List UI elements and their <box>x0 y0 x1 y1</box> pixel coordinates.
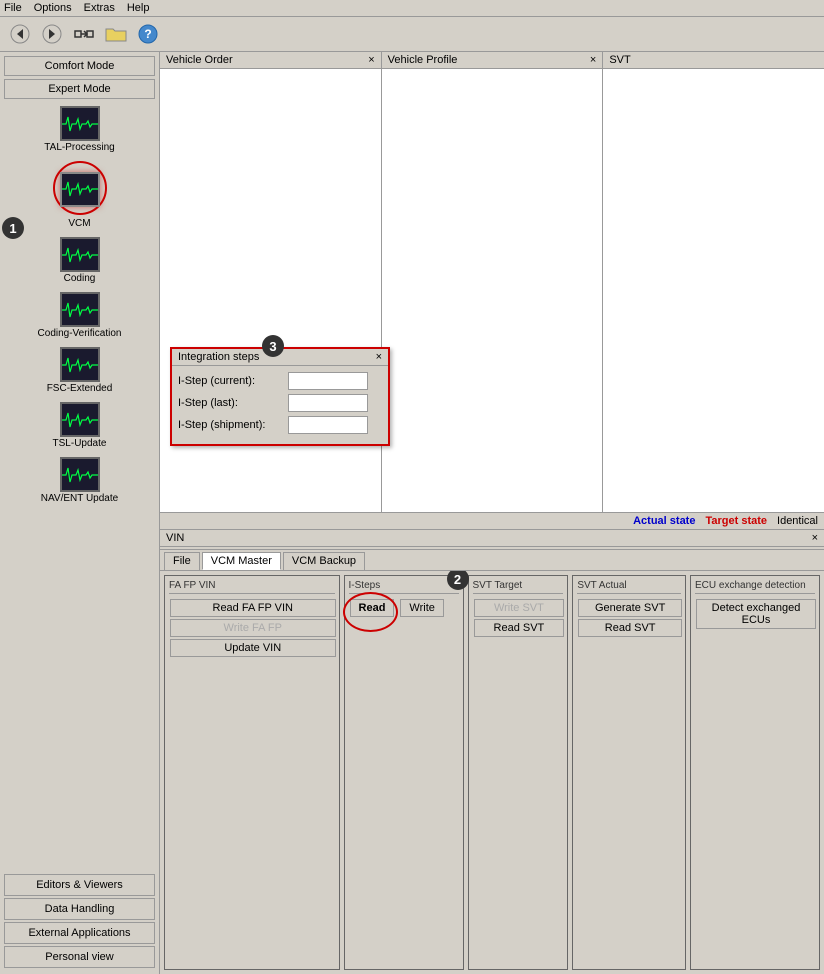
istep-current-label: I-Step (current): <box>178 375 288 387</box>
isteps-title: I-Steps <box>349 580 459 594</box>
menu-options[interactable]: Options <box>34 2 72 14</box>
tab-content-vcm-master: FA FP VIN Read FA FP VIN Write FA FP Upd… <box>160 571 824 974</box>
svt-target-section: SVT Target Write SVT Read SVT <box>468 575 569 970</box>
sidebar-item-tal-processing[interactable]: TAL-Processing <box>4 106 155 153</box>
write-button[interactable]: Write <box>400 599 443 617</box>
ecu-exchange-title: ECU exchange detection <box>695 580 815 594</box>
integration-steps-panel: 3 Integration steps × I-Step (current): … <box>170 347 390 446</box>
istep-current-input[interactable] <box>288 372 368 390</box>
istep-last-input[interactable] <box>288 394 368 412</box>
svt-body <box>603 69 824 512</box>
vehicle-profile-close[interactable]: × <box>590 54 596 66</box>
ecu-exchange-section: ECU exchange detection Detect exchanged … <box>690 575 820 970</box>
svt-actual-read-svt-button[interactable]: Read SVT <box>578 619 682 637</box>
istep-last-row: I-Step (last): <box>178 394 382 412</box>
svt-header: SVT <box>603 52 824 69</box>
write-svt-button[interactable]: Write SVT <box>474 599 565 617</box>
data-handling-button[interactable]: Data Handling <box>4 898 155 920</box>
vin-panel-header: VIN × <box>160 530 824 547</box>
integration-steps-body: I-Step (current): I-Step (last): I-Step … <box>172 366 388 444</box>
identical-label: Identical <box>777 515 818 527</box>
update-vin-button[interactable]: Update VIN <box>170 639 336 657</box>
target-state-label: Target state <box>705 515 767 527</box>
sidebar-item-nav-ent[interactable]: NAV/ENT Update <box>4 457 155 504</box>
menubar: File Options Extras Help <box>0 0 824 17</box>
sidebar-item-vcm-label: VCM <box>68 218 90 229</box>
help-button[interactable]: ? <box>134 20 162 48</box>
network-button[interactable] <box>70 20 98 48</box>
vehicle-order-close[interactable]: × <box>368 54 374 66</box>
read-button[interactable]: Read <box>350 599 395 617</box>
integration-steps-close[interactable]: × <box>376 351 382 363</box>
sidebar-item-tsl-update-label: TSL-Update <box>53 438 107 449</box>
sidebar-item-coding-verification[interactable]: Coding-Verification <box>4 292 155 339</box>
vin-close[interactable]: × <box>812 532 818 544</box>
svt-actual-section: SVT Actual Generate SVT Read SVT <box>572 575 686 970</box>
badge-2: 2 <box>447 571 469 590</box>
istep-shipment-label: I-Step (shipment): <box>178 419 288 431</box>
svg-text:?: ? <box>144 27 151 41</box>
menu-extras[interactable]: Extras <box>84 2 115 14</box>
svt-target-read-svt-button[interactable]: Read SVT <box>474 619 565 637</box>
actual-state-label: Actual state <box>633 515 695 527</box>
tab-vcm-master[interactable]: VCM Master <box>202 552 281 570</box>
svt-actual-title: SVT Actual <box>577 580 681 594</box>
svt-target-title: SVT Target <box>473 580 564 594</box>
fa-fp-vin-section: FA FP VIN Read FA FP VIN Write FA FP Upd… <box>164 575 340 970</box>
back-button[interactable] <box>6 20 34 48</box>
integration-steps-title: Integration steps <box>178 351 259 363</box>
forward-button[interactable] <box>38 20 66 48</box>
vehicle-order-title: Vehicle Order <box>166 54 233 66</box>
sidebar-item-coding-verification-label: Coding-Verification <box>38 328 122 339</box>
tab-bar: File VCM Master VCM Backup <box>160 550 824 571</box>
read-fa-fp-vin-button[interactable]: Read FA FP VIN <box>170 599 336 617</box>
personal-view-button[interactable]: Personal view <box>4 946 155 968</box>
menu-help[interactable]: Help <box>127 2 150 14</box>
vehicle-order-header: Vehicle Order × <box>160 52 381 69</box>
tab-file[interactable]: File <box>164 552 200 570</box>
isteps-section: I-Steps 2 Read Write <box>344 575 464 970</box>
tab-vcm-backup[interactable]: VCM Backup <box>283 552 365 570</box>
menu-file[interactable]: File <box>4 2 22 14</box>
istep-shipment-input[interactable] <box>288 416 368 434</box>
sidebar-item-fsc-extended[interactable]: FSC-Extended <box>4 347 155 394</box>
sidebar: Comfort Mode Expert Mode TAL-Processing <box>0 52 160 974</box>
badge-3: 3 <box>262 335 284 357</box>
sidebar-item-vcm[interactable]: VCM <box>4 161 155 229</box>
badge-1: 1 <box>2 217 24 239</box>
generate-svt-button[interactable]: Generate SVT <box>578 599 682 617</box>
external-applications-button[interactable]: External Applications <box>4 922 155 944</box>
vehicle-profile-body <box>382 69 603 512</box>
istep-current-row: I-Step (current): <box>178 372 382 390</box>
vehicle-profile-title: Vehicle Profile <box>388 54 458 66</box>
toolbar: ? <box>0 17 824 52</box>
vin-title: VIN <box>166 532 184 544</box>
sidebar-item-nav-ent-label: NAV/ENT Update <box>41 493 118 504</box>
editors-viewers-button[interactable]: Editors & Viewers <box>4 874 155 896</box>
sidebar-item-tsl-update[interactable]: TSL-Update <box>4 402 155 449</box>
write-fa-fp-button[interactable]: Write FA FP <box>170 619 336 637</box>
istep-last-label: I-Step (last): <box>178 397 288 409</box>
fa-fp-vin-title: FA FP VIN <box>169 580 335 594</box>
folder-button[interactable] <box>102 20 130 48</box>
vehicle-profile-header: Vehicle Profile × <box>382 52 603 69</box>
detect-exchanged-ecus-button[interactable]: Detect exchanged ECUs <box>696 599 816 629</box>
sidebar-item-coding[interactable]: Coding <box>4 237 155 284</box>
comfort-mode-button[interactable]: Comfort Mode <box>4 56 155 76</box>
sidebar-item-coding-label: Coding <box>64 273 96 284</box>
expert-mode-button[interactable]: Expert Mode <box>4 79 155 99</box>
svt-title: SVT <box>609 54 630 66</box>
istep-shipment-row: I-Step (shipment): <box>178 416 382 434</box>
sidebar-item-fsc-extended-label: FSC-Extended <box>47 383 113 394</box>
sidebar-item-tal-processing-label: TAL-Processing <box>44 142 114 153</box>
